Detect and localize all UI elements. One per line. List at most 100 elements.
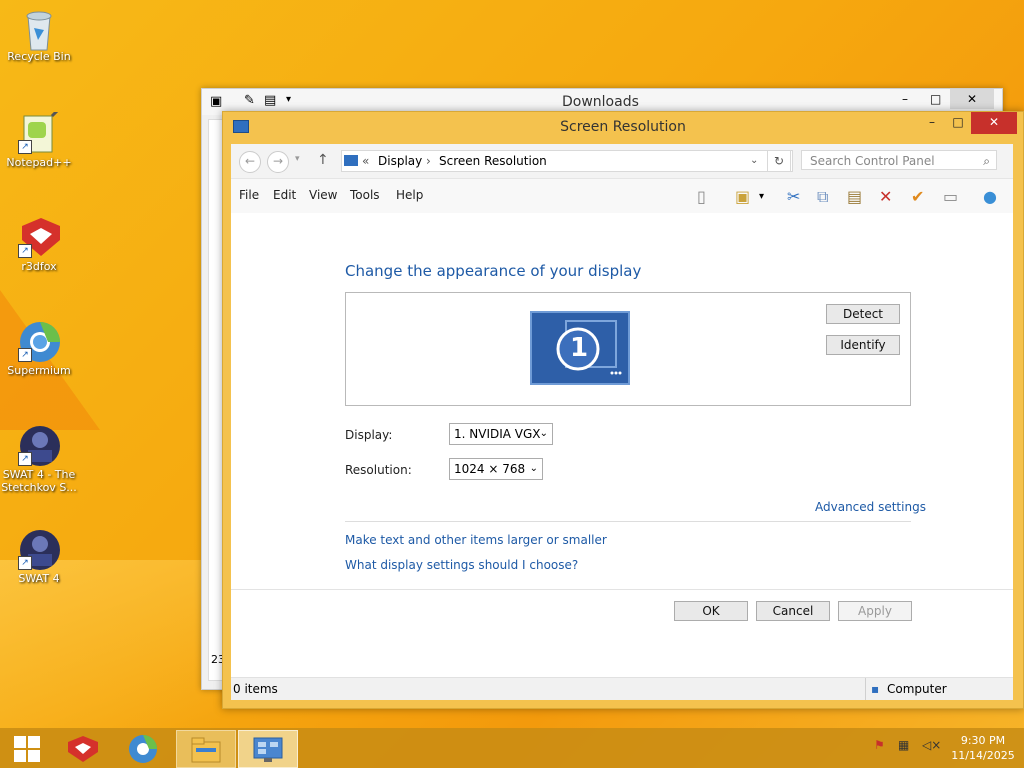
status-bar: 0 items ▪ Computer: [231, 677, 1013, 700]
resolution-value: 1024 × 768: [454, 462, 526, 476]
address-display-icon: [344, 155, 358, 166]
downloads-minimize-button[interactable]: –: [902, 92, 908, 106]
downloads-title: Downloads: [562, 94, 639, 110]
computer-icon: ▪: [871, 682, 880, 696]
desktop-icon-label: Supermium: [7, 364, 71, 377]
copy-icon[interactable]: ⧉: [817, 187, 828, 207]
status-divider: [865, 678, 866, 700]
advanced-settings-link[interactable]: Advanced settings: [815, 500, 926, 514]
forward-icon[interactable]: →: [267, 151, 289, 173]
up-icon[interactable]: ↑: [317, 152, 329, 168]
organize-dropdown-icon[interactable]: ▾: [759, 191, 764, 202]
resolution-select[interactable]: 1024 × 768 ⌄: [449, 458, 543, 480]
breadcrumb-display[interactable]: Display: [378, 151, 422, 171]
page-heading: Change the appearance of your display: [345, 262, 642, 280]
chevron-down-icon: ⌄: [529, 463, 538, 474]
window-content: ← → ▾ ↑ « Display › Screen Resolution ⌄ …: [231, 144, 1013, 700]
folder-options-icon[interactable]: ▣: [735, 187, 750, 206]
maximize-button[interactable]: □: [943, 112, 973, 134]
recent-pages-icon[interactable]: ▾: [295, 154, 300, 164]
action-center-icon[interactable]: ⚑: [874, 738, 885, 752]
breadcrumb-screen-resolution[interactable]: Screen Resolution: [439, 151, 547, 171]
taskbar-control-panel[interactable]: [238, 730, 298, 768]
status-computer: Computer: [887, 682, 947, 696]
search-input[interactable]: Search Control Panel ⌕: [801, 150, 997, 170]
display-label: Display:: [345, 428, 393, 442]
desktop-icon-swat4[interactable]: ↗ SWAT 4: [1, 528, 77, 585]
customize-toolbar-icon[interactable]: ▾: [286, 94, 291, 105]
desktop-icon-swat4-expansion[interactable]: ↗ SWAT 4 - The Stetchkov S...: [1, 424, 77, 494]
taskbar-r3dfox[interactable]: [56, 730, 110, 766]
menu-tools[interactable]: Tools: [350, 188, 380, 202]
folder-icon: ▣: [210, 94, 223, 109]
search-placeholder: Search Control Panel: [810, 154, 935, 168]
delete-icon[interactable]: ✕: [879, 187, 892, 206]
search-icon[interactable]: ⌕: [983, 151, 990, 171]
swat4-icon: ↗: [18, 528, 60, 570]
swat4-expansion-icon: ↗: [18, 424, 60, 466]
ok-button[interactable]: OK: [674, 601, 748, 621]
clock-time: 9:30 PM: [960, 734, 1006, 747]
display-help-link[interactable]: What display settings should I choose?: [345, 558, 578, 572]
taskbar-supermium[interactable]: [116, 730, 170, 766]
chevron-down-icon: ⌄: [539, 428, 548, 439]
window-titlebar[interactable]: Screen Resolution – □ ✕: [223, 112, 1023, 142]
menu-help[interactable]: Help: [396, 188, 423, 202]
taskbar: ⚑ ▦ ◁× 9:30 PM 11/14/2025: [0, 728, 1024, 768]
downloads-maximize-button[interactable]: □: [930, 92, 941, 106]
taskbar-file-explorer[interactable]: [176, 730, 236, 768]
globe-icon[interactable]: ●: [983, 187, 997, 206]
downloads-close-button[interactable]: ✕: [950, 89, 994, 109]
address-row: ← → ▾ ↑ « Display › Screen Resolution ⌄ …: [231, 144, 1013, 179]
layout-icon[interactable]: ▯: [697, 187, 706, 206]
breadcrumb-separator: ›: [426, 154, 431, 168]
monitor-icon[interactable]: 1: [530, 311, 630, 385]
cancel-button[interactable]: Cancel: [756, 601, 830, 621]
control-panel-icon: [253, 737, 283, 762]
display-select[interactable]: 1. NVIDIA VGX ⌄: [449, 423, 553, 445]
desktop-icon-r3dfox[interactable]: ↗ r3dfox: [1, 216, 77, 273]
file-explorer-icon: [191, 737, 221, 763]
address-overflow[interactable]: «: [362, 151, 369, 171]
r3dfox-icon: [68, 736, 98, 762]
properties-icon[interactable]: ✎: [244, 93, 255, 108]
display-value: 1. NVIDIA VGX: [454, 427, 541, 441]
address-bar[interactable]: « Display › Screen Resolution ⌄: [341, 150, 793, 172]
volume-muted-icon[interactable]: ◁×: [922, 738, 941, 752]
clock[interactable]: 9:30 PM 11/14/2025: [948, 733, 1018, 763]
identify-button[interactable]: Identify: [826, 335, 900, 355]
menu-edit[interactable]: Edit: [273, 188, 296, 202]
properties-icon[interactable]: ▭: [943, 187, 958, 206]
menu-bar: File Edit View Tools Help ▯ ▣ ▾ ✂ ⧉ ▤ ✕ …: [231, 179, 1013, 213]
screen-resolution-window[interactable]: Screen Resolution – □ ✕ ← → ▾ ↑ « Displa…: [222, 111, 1024, 709]
paste-icon[interactable]: ▤: [847, 187, 862, 206]
desktop-icon-notepad[interactable]: ↗ Notepad++: [1, 104, 77, 169]
supermium-icon: ↗: [18, 320, 60, 362]
wallpaper-shape: [0, 560, 220, 730]
address-dropdown-icon[interactable]: ⌄: [750, 151, 758, 171]
back-icon[interactable]: ←: [239, 151, 261, 173]
notepad-plus-plus-icon: ↗: [18, 104, 64, 154]
r3dfox-icon: ↗: [18, 216, 60, 258]
refresh-icon[interactable]: ↻: [767, 150, 791, 172]
clock-date: 11/14/2025: [951, 749, 1015, 762]
network-icon[interactable]: ▦: [898, 738, 909, 752]
start-button[interactable]: [0, 730, 54, 766]
desktop-icon-label: r3dfox: [21, 260, 57, 273]
text-size-link[interactable]: Make text and other items larger or smal…: [345, 533, 607, 547]
windows-icon: [14, 736, 40, 762]
desktop-icon-recycle-bin[interactable]: Recycle Bin: [1, 6, 77, 63]
menu-file[interactable]: File: [239, 188, 259, 202]
check-icon[interactable]: ✔: [911, 187, 924, 206]
cut-icon[interactable]: ✂: [787, 187, 800, 206]
apply-button[interactable]: Apply: [838, 601, 912, 621]
desktop-icon-label: SWAT 4: [18, 572, 60, 585]
desktop-icon-label: SWAT 4 - The Stetchkov S...: [1, 468, 77, 494]
new-folder-icon[interactable]: ▤: [264, 93, 276, 108]
supermium-icon: [129, 735, 157, 763]
close-button[interactable]: ✕: [971, 112, 1017, 134]
desktop-icon-supermium[interactable]: ↗ Supermium: [1, 320, 77, 377]
menu-view[interactable]: View: [309, 188, 337, 202]
divider: [345, 521, 911, 522]
detect-button[interactable]: Detect: [826, 304, 900, 324]
